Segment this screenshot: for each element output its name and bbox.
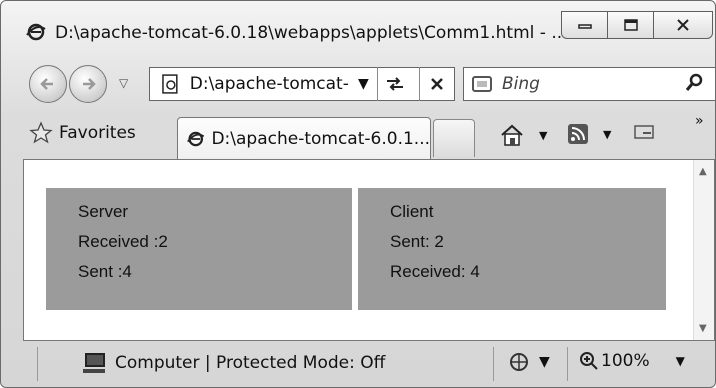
zoom-level: 100% (601, 351, 650, 371)
search-button[interactable] (675, 72, 715, 97)
minimize-icon (577, 24, 592, 29)
favorites-label: Favorites (59, 123, 136, 143)
refresh-icon (386, 77, 403, 91)
navigation-bar: ▽ D:\apache-tomcat- ▼ Bing (1, 59, 715, 109)
divider (493, 347, 494, 381)
scroll-down-icon[interactable]: ▼ (699, 323, 707, 334)
search-box[interactable]: Bing (463, 67, 715, 101)
feeds-button[interactable]: ▼ (567, 123, 611, 145)
back-icon (40, 78, 53, 90)
new-tab-button[interactable] (433, 119, 475, 157)
stop-icon (431, 78, 444, 90)
server-title: Server (78, 202, 129, 221)
zone-icon (510, 353, 528, 371)
forward-icon (83, 78, 96, 90)
tab-active[interactable]: D:\apache-tomcat-6.0.1... (177, 117, 431, 159)
client-sent: Sent: 2 (390, 232, 444, 251)
search-icon (685, 73, 703, 91)
favorites-star-icon (29, 121, 53, 144)
home-dropdown[interactable]: ▼ (539, 129, 547, 142)
window-title: D:\apache-tomcat-6.0.18\webapps\applets\… (55, 23, 568, 43)
tab-title: D:\apache-tomcat-6.0.1... (211, 128, 430, 149)
home-icon (501, 124, 523, 146)
ie-page-icon (26, 23, 46, 41)
scroll-up-icon[interactable]: ▲ (699, 166, 707, 177)
maximize-icon (623, 19, 638, 31)
client-panel: Client Sent: 2 Received: 4 (358, 188, 666, 310)
vertical-scrollbar[interactable]: ▲ ▼ (693, 160, 714, 340)
address-input[interactable]: D:\apache-tomcat- (190, 74, 350, 94)
computer-icon (83, 353, 105, 373)
feed-icon (568, 124, 588, 144)
title-bar: D:\apache-tomcat-6.0.18\webapps\applets\… (1, 1, 715, 59)
client-title: Client (390, 202, 434, 221)
read-mail-icon (634, 125, 654, 139)
server-panel: Server Received :2 Sent :4 (46, 188, 352, 310)
maximize-button[interactable] (607, 11, 653, 39)
status-bar: Computer | Protected Mode: Off ▼ 100% ▼ (1, 341, 715, 387)
favorites-and-tabs-bar: Favorites D:\apache-tomcat-6.0.1... ▼ ▼ … (1, 111, 715, 159)
divider (37, 347, 38, 381)
browser-window: D:\apache-tomcat-6.0.18\webapps\applets\… (0, 0, 716, 388)
zone-dropdown[interactable]: ▼ (539, 354, 550, 370)
ie-page-icon (187, 131, 205, 146)
zoom-icon (580, 352, 598, 370)
bing-icon (472, 76, 492, 92)
recent-pages-dropdown[interactable]: ▽ (119, 76, 128, 90)
search-input[interactable]: Bing (502, 74, 675, 94)
divider (567, 347, 568, 381)
address-dropdown[interactable]: ▼ (358, 76, 369, 92)
address-bar[interactable]: D:\apache-tomcat- ▼ (149, 67, 455, 101)
refresh-button[interactable] (378, 67, 412, 101)
page-content: Server Received :2 Sent :4 Client Sent: … (23, 159, 715, 341)
zoom-dropdown[interactable]: ▼ (676, 354, 685, 368)
chevron-more-icon[interactable]: » (695, 113, 704, 129)
feeds-dropdown[interactable]: ▼ (603, 128, 611, 141)
back-button[interactable] (29, 65, 67, 103)
zone-settings-button[interactable]: ▼ (507, 351, 550, 373)
zone-label: Computer | Protected Mode: Off (115, 353, 386, 373)
close-button[interactable] (653, 11, 713, 39)
home-button[interactable]: ▼ (499, 123, 547, 147)
favorites-button[interactable]: Favorites (29, 121, 136, 145)
caption-buttons (561, 11, 713, 41)
client-received: Received: 4 (390, 262, 480, 281)
server-received: Received :2 (78, 232, 168, 251)
read-mail-button[interactable] (633, 123, 655, 141)
security-zone[interactable]: Computer | Protected Mode: Off (81, 351, 385, 375)
server-sent: Sent :4 (78, 262, 132, 281)
stop-button[interactable] (420, 67, 454, 101)
minimize-button[interactable] (561, 11, 607, 39)
zoom-button[interactable]: 100% ▼ (579, 351, 685, 371)
close-icon (677, 19, 689, 31)
forward-button[interactable] (69, 65, 107, 103)
ie-page-icon (162, 74, 178, 94)
